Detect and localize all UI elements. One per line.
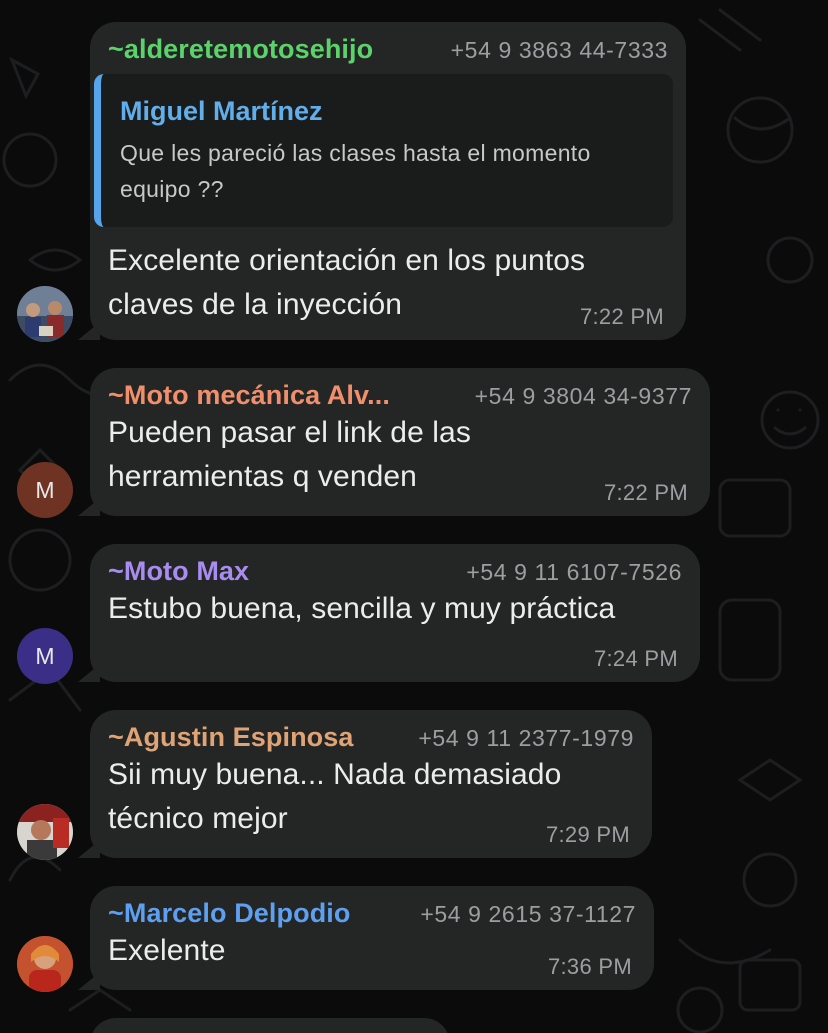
sender-name[interactable]: ~Moto mecánica Alv... <box>108 380 390 411</box>
message-time: 7:22 PM <box>579 304 664 329</box>
message-header: ~Moto mecánica Alv... +54 9 3804 34-9377 <box>108 380 692 411</box>
reply-text: Que les pareció las clases hasta el mome… <box>120 135 655 207</box>
message-header: ~alderetemotosehijo +54 9 3863 44-7333 <box>108 34 668 65</box>
avatar[interactable] <box>17 286 73 342</box>
avatar[interactable] <box>17 804 73 860</box>
avatar-photo-icon <box>17 286 73 342</box>
sender-name[interactable]: ~Moto Max <box>108 556 249 587</box>
message-text-line: Excelente orientación en los puntos <box>108 244 586 277</box>
reply-quote[interactable]: Miguel Martínez Que les pareció las clas… <box>94 74 673 227</box>
sender-phone[interactable]: +54 9 3863 44-7333 <box>451 37 668 64</box>
sender-name[interactable]: ~Marcelo Delpodio <box>108 898 351 929</box>
sender-name[interactable]: ~Agustin Espinosa <box>108 722 354 753</box>
sender-phone[interactable]: +54 9 2615 37-1127 <box>420 901 636 928</box>
message-bubble[interactable]: ~Agustin Espinosa +54 9 11 2377-1979 Sii… <box>90 710 652 858</box>
message-bubble[interactable]: ~Moto Max +54 9 11 6107-7526 Estubo buen… <box>90 544 700 682</box>
avatar[interactable]: M <box>17 462 73 518</box>
sender-phone[interactable]: +54 9 11 2377-1979 <box>418 725 634 752</box>
reply-text-line: equipo ?? <box>120 176 224 202</box>
avatar-initial: M <box>35 642 55 669</box>
next-message-bubble[interactable] <box>90 1018 450 1033</box>
avatar-photo-icon <box>17 804 73 860</box>
message-bubble[interactable]: ~alderetemotosehijo +54 9 3863 44-7333 M… <box>90 22 686 340</box>
sender-name[interactable]: ~alderetemotosehijo <box>108 34 373 65</box>
message-bubble[interactable]: ~Marcelo Delpodio +54 9 2615 37-1127 Exe… <box>90 886 654 990</box>
message-time: 7:29 PM <box>545 822 630 847</box>
message-text-line: Estubo buena, sencilla y muy práctica <box>108 592 616 625</box>
reply-author: Miguel Martínez <box>120 96 323 126</box>
message-bubble[interactable]: ~Moto mecánica Alv... +54 9 3804 34-9377… <box>90 368 710 516</box>
message-header: ~Marcelo Delpodio +54 9 2615 37-1127 <box>108 898 636 929</box>
message-text-line: Pueden pasar el link de las <box>108 416 471 449</box>
avatar[interactable] <box>17 936 73 992</box>
message-time: 7:24 PM <box>593 646 678 671</box>
message-text-line: Sii muy buena... Nada demasiado <box>108 758 562 791</box>
message-header: ~Moto Max +54 9 11 6107-7526 <box>108 556 682 587</box>
avatar-initial: M <box>35 476 55 503</box>
message-time: 7:36 PM <box>547 954 632 979</box>
message-text: Estubo buena, sencilla y muy práctica <box>108 587 682 631</box>
sender-phone[interactable]: +54 9 11 6107-7526 <box>466 559 682 586</box>
reply-text-line: Que les pareció las clases hasta el mome… <box>120 140 591 166</box>
message-header: ~Agustin Espinosa +54 9 11 2377-1979 <box>108 722 634 753</box>
avatar-photo-icon <box>17 936 73 992</box>
message-time: 7:22 PM <box>603 480 688 505</box>
sender-phone[interactable]: +54 9 3804 34-9377 <box>475 383 692 410</box>
avatar[interactable]: M <box>17 628 73 684</box>
